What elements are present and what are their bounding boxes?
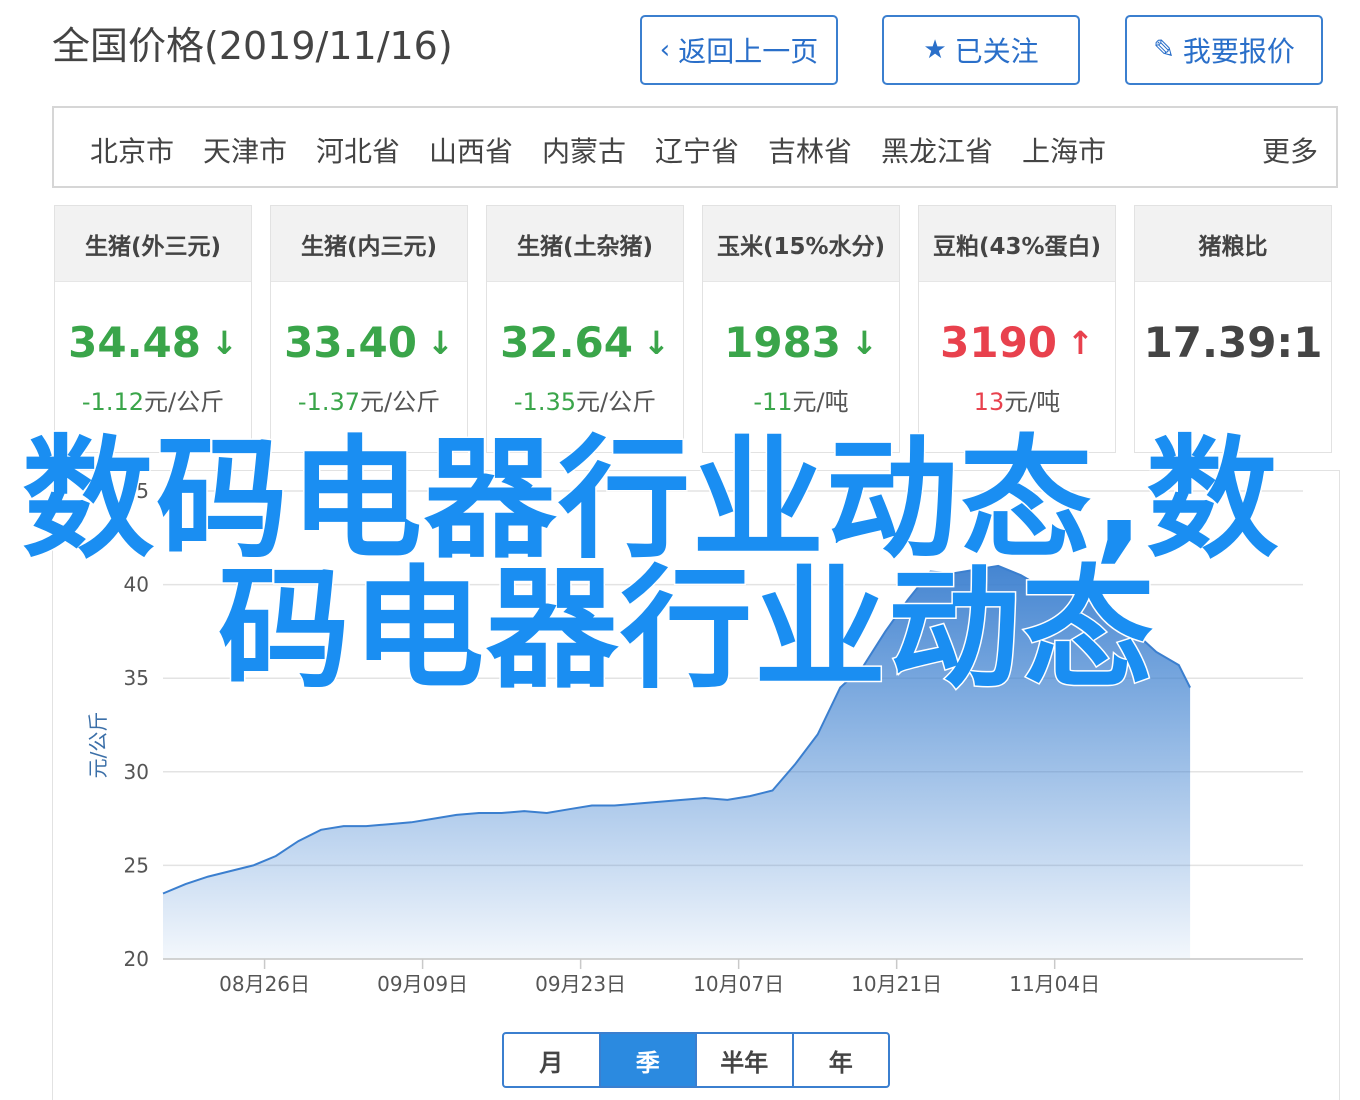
range-tab-year[interactable]: 年 (794, 1034, 889, 1086)
arrow-down-icon: ↓ (851, 324, 878, 362)
price-card[interactable]: 生猪(内三元) 33.40 ↓ -1.37元/公斤 (270, 205, 468, 453)
region-item[interactable]: 黑龙江省 (881, 130, 993, 170)
region-item[interactable]: 河北省 (316, 130, 400, 170)
price-card-change-unit: 元/公斤 (144, 388, 225, 416)
y-tick-label: 25 (124, 853, 149, 877)
price-card-value: 1983 (724, 318, 842, 367)
range-selector: 月 季 半年 年 (502, 1032, 890, 1088)
region-item[interactable]: 辽宁省 (655, 130, 739, 170)
price-card-title: 玉米(15%水分) (703, 206, 899, 282)
quote-button[interactable]: ✎ 我要报价 (1125, 15, 1323, 85)
price-card-value-row: 1983 ↓ (703, 318, 899, 368)
region-item[interactable]: 内蒙古 (542, 130, 626, 170)
price-card[interactable]: 玉米(15%水分) 1983 ↓ -11元/吨 (702, 205, 900, 453)
price-card-title: 生猪(内三元) (271, 206, 467, 282)
back-button-label: 返回上一页 (678, 35, 819, 68)
price-card[interactable]: 豆粕(43%蛋白) 3190 ↑ 13元/吨 (918, 205, 1116, 453)
price-card-value: 3190 (940, 318, 1058, 367)
x-tick-label: 10月21日 (851, 972, 942, 996)
region-item[interactable]: 山西省 (429, 130, 513, 170)
price-card-value-row: 33.40 ↓ (271, 318, 467, 368)
price-card-title: 猪粮比 (1135, 206, 1331, 282)
x-tick-label: 10月07日 (693, 972, 784, 996)
price-card-change: -11元/吨 (703, 382, 899, 417)
region-item[interactable]: 上海市 (1022, 130, 1106, 170)
price-card[interactable]: 猪粮比 17.39:1 (1134, 205, 1332, 453)
price-card-change-unit: 元/吨 (1004, 388, 1061, 416)
chevron-left-icon: ‹ (659, 35, 671, 65)
price-card-value: 17.39:1 (1143, 318, 1323, 367)
price-card-value-row: 32.64 ↓ (487, 318, 683, 368)
price-card-value-row: 34.48 ↓ (55, 318, 251, 368)
page-title: 全国价格(2019/11/16) (52, 24, 453, 68)
arrow-down-icon: ↓ (211, 324, 238, 362)
price-card-value: 33.40 (284, 318, 418, 367)
x-tick-label: 08月26日 (219, 972, 310, 996)
price-card-change-unit: 元/公斤 (576, 388, 657, 416)
y-tick-label: 40 (124, 573, 149, 597)
price-card-change-value: -1.35 (513, 388, 576, 416)
y-tick-label: 20 (124, 947, 149, 971)
x-tick-label: 09月09日 (377, 972, 468, 996)
range-tab-half-year[interactable]: 半年 (697, 1034, 794, 1086)
price-card-change-unit: 元/公斤 (360, 388, 441, 416)
arrow-down-icon: ↓ (643, 324, 670, 362)
price-card-change-value: -1.12 (81, 388, 144, 416)
quote-button-label: 我要报价 (1182, 35, 1295, 68)
region-item[interactable]: 天津市 (203, 130, 287, 170)
y-tick-label: 45 (124, 479, 149, 503)
series-area (163, 565, 1191, 959)
range-tab-month[interactable]: 月 (504, 1034, 601, 1086)
price-card-value-row: 3190 ↑ (919, 318, 1115, 368)
back-button[interactable]: ‹ 返回上一页 (640, 15, 838, 85)
y-tick-label: 30 (124, 760, 149, 784)
arrow-down-icon: ↓ (427, 324, 454, 362)
follow-button[interactable]: ★ 已关注 (882, 15, 1080, 85)
price-card-change-unit: 元/吨 (792, 388, 849, 416)
region-item[interactable]: 吉林省 (768, 130, 852, 170)
price-card-change: -1.12元/公斤 (55, 382, 251, 417)
price-card-title: 生猪(外三元) (55, 206, 251, 282)
price-card-value: 34.48 (68, 318, 202, 367)
price-card-value: 32.64 (500, 318, 634, 367)
price-card[interactable]: 生猪(土杂猪) 32.64 ↓ -1.35元/公斤 (486, 205, 684, 453)
price-chart: 20 25 30 35 40 45 08月26日 09月09日 09月23日 10月07日 10月2… (86, 479, 1303, 996)
y-axis-label: 元/公斤 (86, 712, 110, 779)
range-tab-quarter[interactable]: 季 (600, 1034, 697, 1086)
price-card-change: -1.35元/公斤 (487, 382, 683, 417)
region-more-link[interactable]: 更多 (1262, 130, 1318, 170)
price-card-change: -1.37元/公斤 (271, 382, 467, 417)
follow-button-label: 已关注 (954, 35, 1039, 68)
price-chart-panel: 20 25 30 35 40 45 08月26日 09月09日 09月23日 10月07日 10月2… (52, 470, 1340, 1100)
edit-icon: ✎ (1153, 35, 1175, 65)
price-card-change-value: -11 (753, 388, 793, 416)
price-card-change-value: 13 (973, 388, 1005, 416)
price-card-change-value: -1.37 (297, 388, 360, 416)
price-card-value-row: 17.39:1 (1135, 318, 1331, 368)
arrow-up-icon: ↑ (1067, 324, 1094, 362)
star-icon: ★ (923, 35, 947, 65)
price-card-title: 豆粕(43%蛋白) (919, 206, 1115, 282)
x-tick-label: 11月04日 (1009, 972, 1100, 996)
region-nav: 北京市 天津市 河北省 山西省 内蒙古 辽宁省 吉林省 黑龙江省 上海市 更多 (52, 106, 1338, 188)
price-card[interactable]: 生猪(外三元) 34.48 ↓ -1.12元/公斤 (54, 205, 252, 453)
region-item[interactable]: 北京市 (90, 130, 174, 170)
x-tick-label: 09月23日 (535, 972, 626, 996)
y-tick-label: 35 (124, 666, 149, 690)
price-card-change: 13元/吨 (919, 382, 1115, 417)
price-card-title: 生猪(土杂猪) (487, 206, 683, 282)
